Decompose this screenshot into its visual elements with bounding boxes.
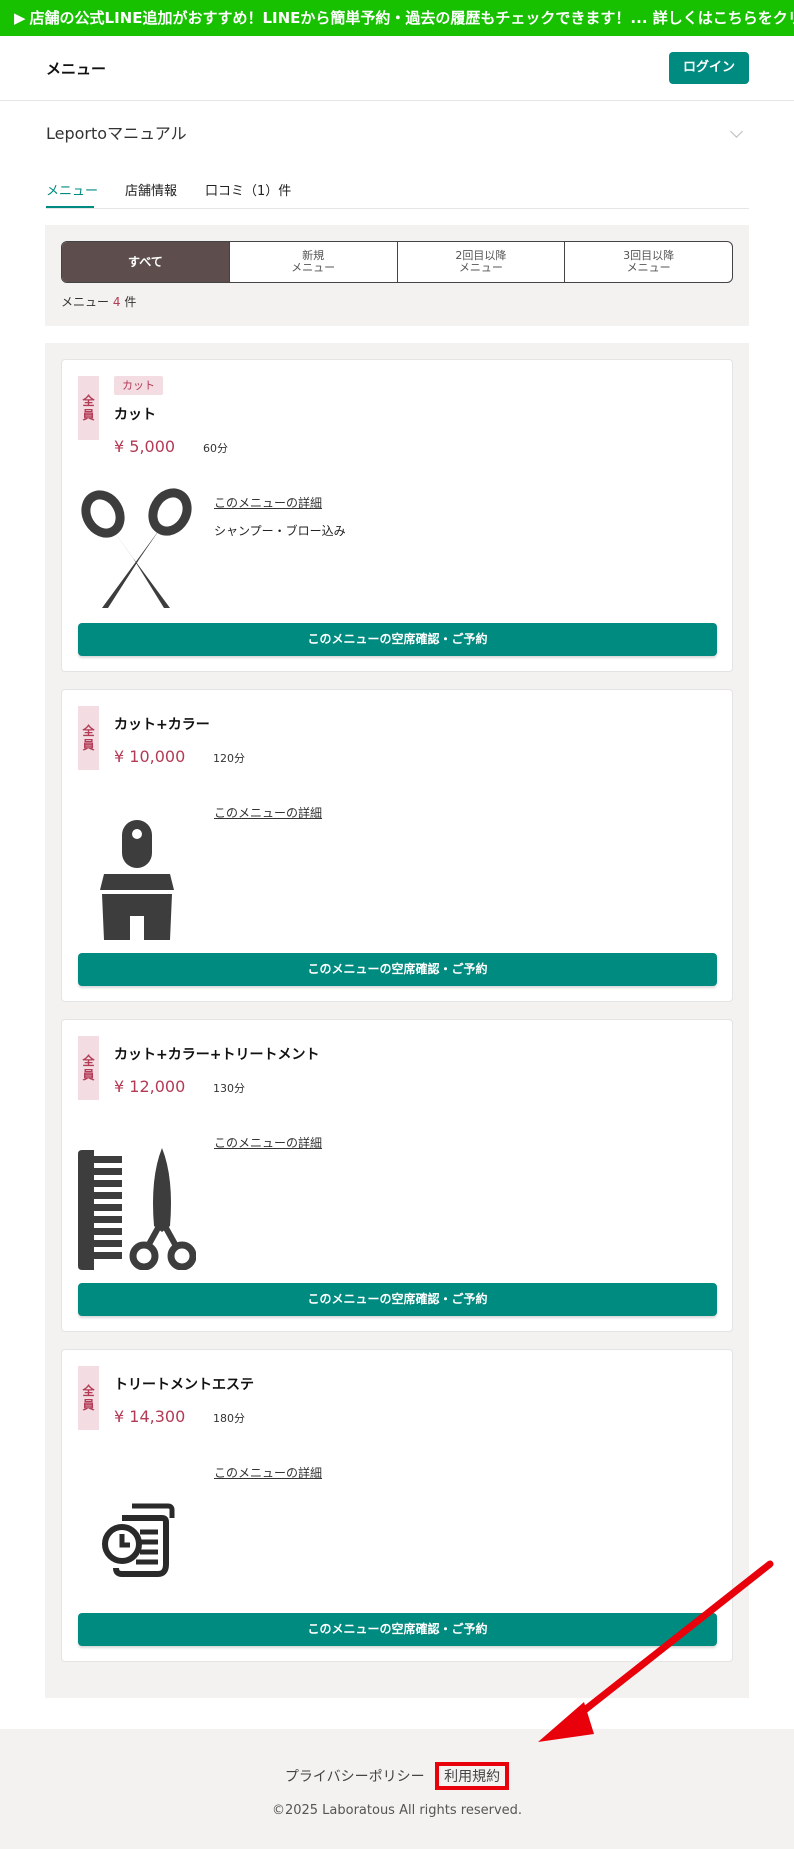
menu-name: カット [114,407,156,423]
footer: プライバシーポリシー 利用規約 ©2025 Laboratous All rig… [0,1729,794,1849]
segment-new[interactable]: 新規 メニュー [228,242,397,282]
menu-price: ¥ 10,000 [114,747,186,766]
comb-scissors-icon [78,1148,196,1270]
menu-detail-link[interactable]: このメニューの詳細 [214,494,322,511]
terms-of-use-link[interactable]: 利用規約 [435,1762,510,1790]
menu-card: 全員 トリートメントエステ ¥ 14,300 180分 このメニューの詳細 この… [61,1349,733,1662]
menu-detail-link[interactable]: このメニューの詳細 [214,804,322,821]
login-button[interactable]: ログイン [669,52,749,84]
badge-char: 員 [82,408,95,422]
menu-detail-link[interactable]: このメニューの詳細 [214,1134,322,1151]
menu-duration: 120分 [213,752,245,765]
shop-selector[interactable]: Leportoマニュアル [46,120,749,148]
reserve-button[interactable]: このメニューの空席確認・ご予約 [78,1613,717,1646]
menu-name: カット+カラー [114,717,210,733]
menu-name: カット+カラー+トリートメント [114,1047,320,1063]
active-tab-indicator [46,206,94,208]
menu-price: ¥ 5,000 [114,437,176,456]
segment-control: すべて 新規 メニュー 2回目以降 メニュー 3回目以降 メニュー [61,241,733,283]
menu-name: トリートメントエステ [114,1377,254,1393]
badge-char: 全 [82,394,95,408]
header: メニュー ログイン [0,36,794,101]
menu-count-value: 4 [112,295,121,309]
target-badge: 全員 [78,1036,99,1100]
badge-char: 全 [82,724,95,738]
target-badge: 全員 [78,1366,99,1430]
tab-bar: メニュー 店舗情報 口コミ（1）件 [46,172,749,209]
line-promo-banner[interactable]: ▶ 店舗の公式LINE追加がおすすめ！LINEから簡単予約・過去の履歴もチェックで… [0,0,794,36]
segment-third-visit[interactable]: 3回目以降 メニュー [564,242,732,282]
menu-duration: 180分 [213,1412,245,1425]
menu-count: メニュー 4 件 [61,293,136,310]
badge-char: 員 [82,738,95,752]
menu-price: ¥ 14,300 [114,1407,186,1426]
badge-char: 員 [82,1068,95,1082]
target-badge: 全員 [78,376,99,440]
privacy-policy-link[interactable]: プライバシーポリシー [285,1766,425,1786]
segment-label: すべて [128,255,163,269]
page-title: メニュー [46,60,107,78]
segment-second-visit[interactable]: 2回目以降 メニュー [396,242,565,282]
segment-sublabel: メニュー [291,261,336,274]
badge-char: 全 [82,1054,95,1068]
menu-card: 全員 カット+カラー+トリートメント ¥ 12,000 130分 このメニューの… [61,1019,733,1332]
segment-sublabel: メニュー [626,261,671,274]
category-tag: カット [114,376,163,395]
banner-text: 店舗の公式LINE追加がおすすめ！LINEから簡単予約・過去の履歴もチェックでき… [29,9,794,27]
segment-all[interactable]: すべて [62,242,229,282]
menu-card: 全員 カット カット ¥ 5,000 60分 このメニューの詳細 シャンプー・ブ… [61,359,733,672]
paint-brush-icon [100,820,174,940]
menu-card: 全員 カット+カラー ¥ 10,000 120分 このメニューの詳細 このメニュ… [61,689,733,1002]
menu-duration: 60分 [203,442,228,455]
tab-shop-info[interactable]: 店舗情報 [125,180,177,199]
reserve-button[interactable]: このメニューの空席確認・ご予約 [78,953,717,986]
menu-price: ¥ 12,000 [114,1077,186,1096]
menu-duration: 130分 [213,1082,245,1095]
badge-char: 全 [82,1384,95,1398]
menu-count-prefix: メニュー [61,295,110,309]
tab-reviews[interactable]: 口コミ（1）件 [205,180,291,199]
menu-list: 全員 カット カット ¥ 5,000 60分 このメニューの詳細 シャンプー・ブ… [45,343,749,1698]
footer-links: プライバシーポリシー 利用規約 [0,1762,794,1790]
menu-detail-link[interactable]: このメニューの詳細 [214,1464,322,1481]
play-arrow-icon: ▶ [14,9,26,27]
reserve-button[interactable]: このメニューの空席確認・ご予約 [78,623,717,656]
shop-name: Leportoマニュアル [46,124,187,143]
scissors-icon [81,488,192,608]
copyright: ©2025 Laboratous All rights reserved. [271,1803,523,1818]
reserve-button[interactable]: このメニューの空席確認・ご予約 [78,1283,717,1316]
tab-menu[interactable]: メニュー [46,180,98,199]
clock-document-icon [102,1503,175,1577]
target-badge: 全員 [78,706,99,770]
badge-char: 員 [82,1398,95,1412]
menu-count-suffix: 件 [124,295,137,309]
filter-panel: すべて 新規 メニュー 2回目以降 メニュー 3回目以降 メニュー メニュー 4… [45,225,749,326]
menu-description: シャンプー・ブロー込み [214,524,346,538]
segment-sublabel: メニュー [458,261,503,274]
